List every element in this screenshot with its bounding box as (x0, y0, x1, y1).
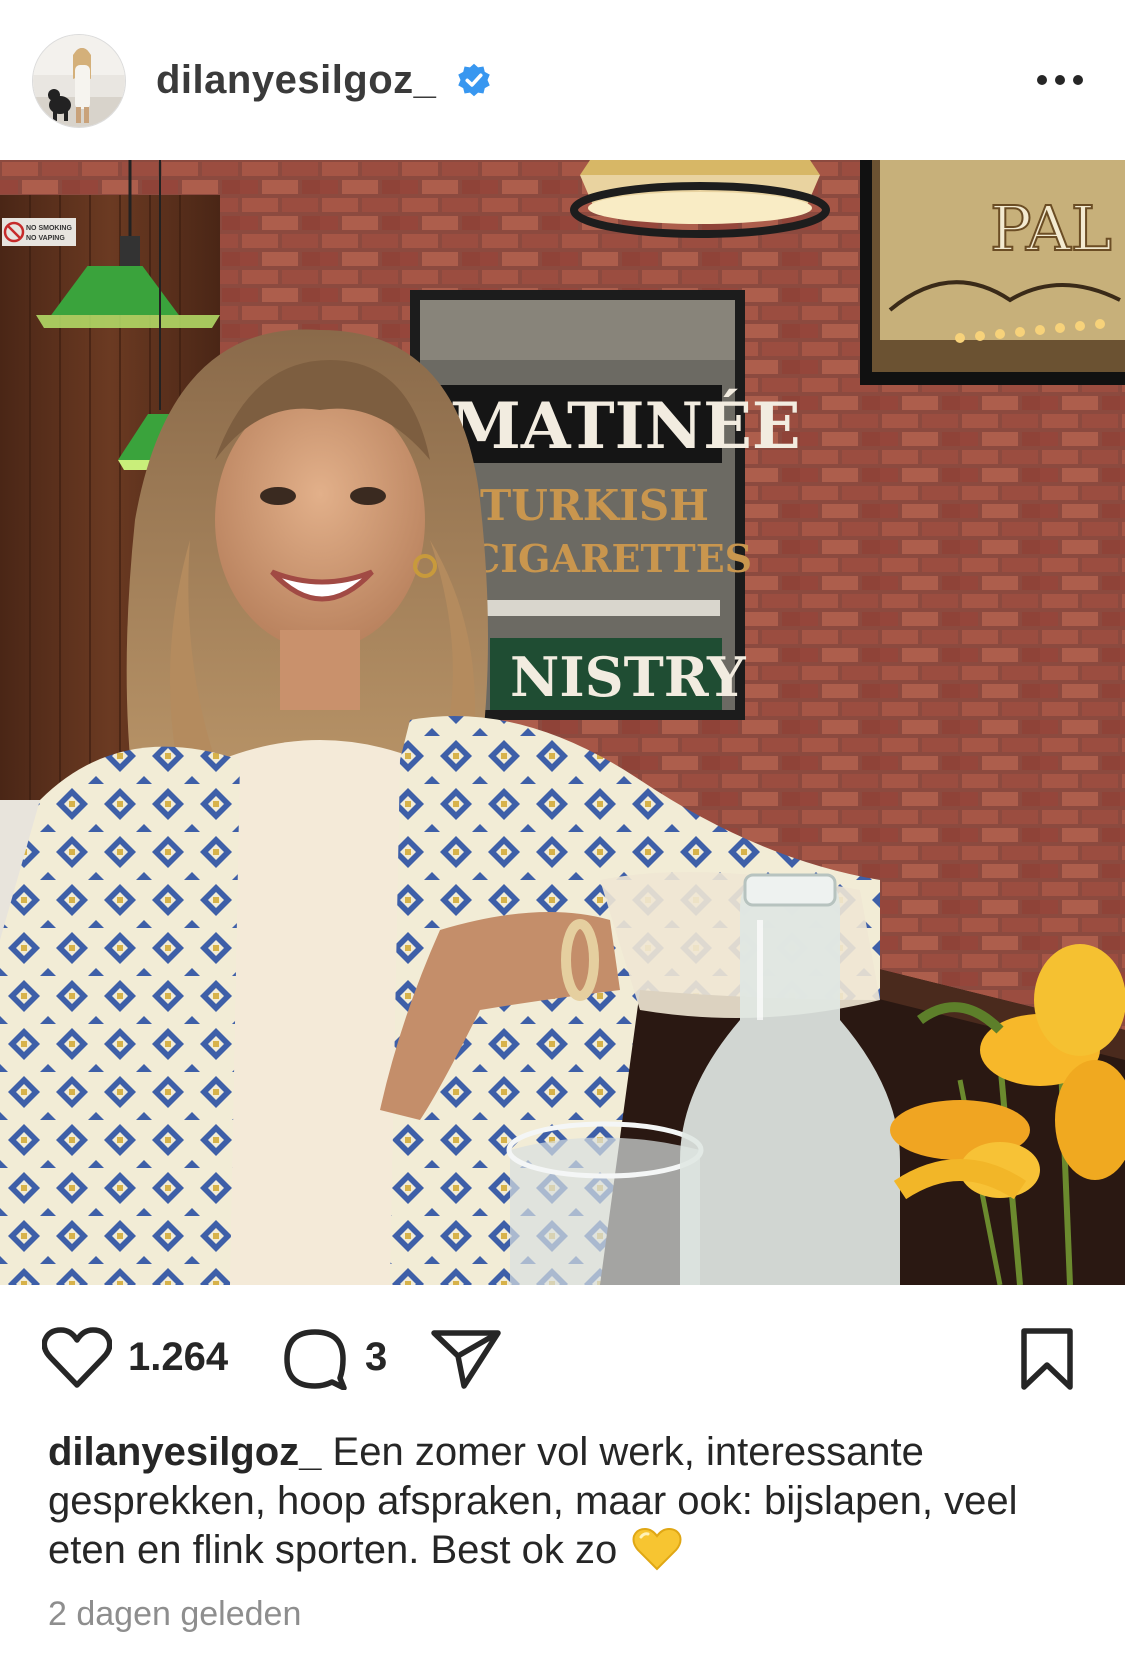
sign-cigarettes-text: CIGARETTES (470, 536, 752, 581)
poster-text: PAL (990, 192, 1112, 265)
post-timestamp: 2 dagen geleden (48, 1595, 302, 1633)
share-button[interactable] (430, 1328, 502, 1390)
profile-avatar[interactable] (32, 34, 126, 128)
comments-count[interactable]: 3 (365, 1333, 387, 1381)
more-options-button[interactable] (1032, 60, 1088, 100)
more-horizontal-icon (1037, 75, 1083, 85)
send-paper-plane-icon (431, 1330, 501, 1389)
no-vaping-text: NO VAPING (26, 235, 65, 242)
bookmark-outline-icon (1021, 1328, 1073, 1390)
caption-username[interactable]: dilanyesilgoz_ (48, 1430, 321, 1474)
sign-matinee-text: MATINÉE (450, 389, 801, 464)
avatar-image (33, 35, 125, 127)
post-header: dilanyesilgoz_ (0, 0, 1125, 160)
post-caption: dilanyesilgoz_ Een zomer vol werk, inter… (48, 1428, 1078, 1575)
action-bar: 1.264 3 (0, 1300, 1125, 1420)
post-username[interactable]: dilanyesilgoz_ (156, 56, 436, 104)
likes-count[interactable]: 1.264 (128, 1333, 228, 1381)
restaurant-photo: NO SMOKING NO VAPING PAL MATINÉE TURKISH… (0, 160, 1125, 1285)
comment-button[interactable] (282, 1328, 348, 1391)
save-button[interactable] (1018, 1327, 1076, 1391)
post-photo[interactable]: NO SMOKING NO VAPING PAL MATINÉE TURKISH… (0, 160, 1125, 1285)
sign-turkish-text: TURKISH (480, 481, 709, 530)
like-button[interactable] (41, 1327, 113, 1389)
no-smoking-text: NO SMOKING (26, 225, 72, 232)
sign-ministry-text: NISTRY (510, 645, 747, 709)
heart-outline-icon (41, 1327, 113, 1388)
yellow-heart-emoji-icon (632, 1527, 682, 1571)
comment-bubble-icon (284, 1329, 347, 1391)
verified-badge-icon (458, 63, 490, 97)
